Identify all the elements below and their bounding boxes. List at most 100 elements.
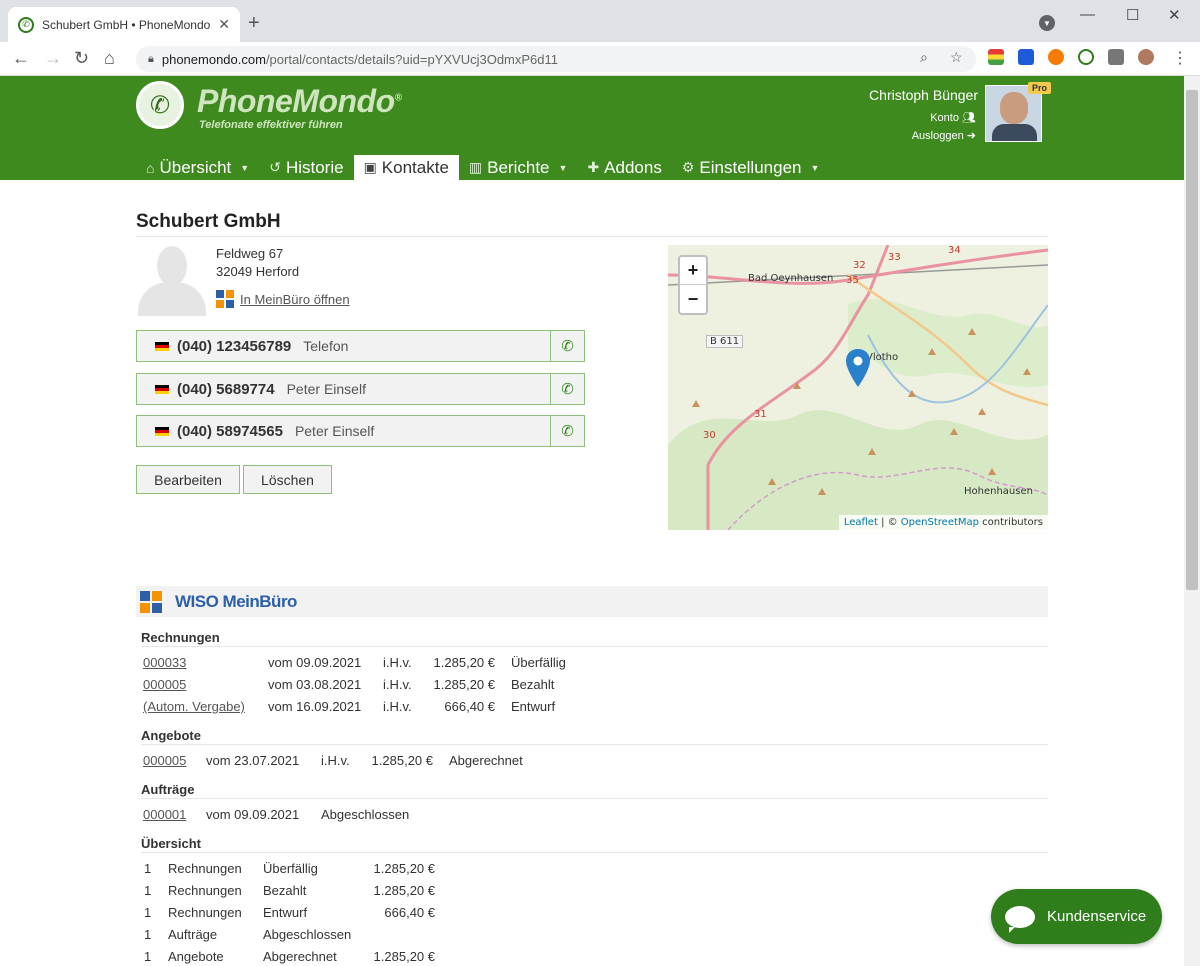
map-label-road-31: 31 (754, 409, 767, 420)
german-flag-icon (155, 426, 169, 436)
extension-heart-icon[interactable] (1048, 49, 1064, 65)
invoice-id-link[interactable]: 000005 (143, 677, 186, 692)
attribution-separator: | © (877, 517, 901, 528)
nav-uebersicht[interactable]: ⌂ Übersicht ▼ (136, 155, 259, 180)
invoice-date: vom 16.09.2021 (268, 699, 362, 714)
maximize-icon[interactable]: ☐ (1126, 6, 1139, 24)
phone-number: (040) 5689774 (177, 380, 275, 398)
browser-menu-icon[interactable]: ⋮ (1172, 48, 1188, 68)
delete-button[interactable]: Löschen (243, 465, 332, 494)
extensions-puzzle-icon[interactable] (1108, 49, 1124, 65)
forward-icon[interactable]: → (44, 48, 62, 69)
browser-tab[interactable]: ✆ Schubert GmbH • PhoneMondo ✕ (8, 7, 240, 42)
zoom-out-button[interactable]: − (680, 285, 706, 313)
window-close-icon[interactable]: ✕ (1168, 6, 1181, 24)
bookmark-star-icon[interactable]: ☆ (950, 49, 963, 66)
offer-ihv: i.H.v. (321, 753, 350, 768)
divider (141, 744, 1048, 745)
nav-berichte[interactable]: ▥ Berichte ▼ (459, 155, 578, 180)
invoice-id-link[interactable]: (Autom. Vergabe) (143, 699, 245, 714)
caret-down-icon[interactable]: ▼ (810, 163, 819, 173)
phone-call-icon: ✆ (561, 338, 574, 355)
phone-call-icon: ✆ (561, 381, 574, 398)
nav-einstellungen[interactable]: ⚙ Einstellungen ▼ (672, 155, 830, 180)
meinbuero-header: WISO MeinBüro (136, 586, 1048, 617)
german-flag-icon (155, 384, 169, 394)
invoice-amount: 666,40 € (444, 699, 495, 714)
map-label-hohenhausen: Hohenhausen (964, 486, 1033, 497)
open-in-meinbuero-link[interactable]: In MeinBüro öffnen (216, 290, 350, 308)
phone-entry-main[interactable]: (040) 123456789 Telefon (137, 331, 550, 361)
summary-status: Abgeschlossen (263, 927, 352, 942)
customer-service-label: Kundenservice (1047, 908, 1147, 925)
zoom-icon[interactable]: ⌕ (920, 49, 928, 66)
nav-label: Berichte (487, 157, 550, 177)
home-browser-icon[interactable]: ⌂ (104, 48, 115, 69)
call-button[interactable]: ✆ (550, 374, 584, 404)
map-label-road-32: 32 (853, 260, 866, 271)
map-label-road-35: 35 (846, 275, 859, 286)
customer-service-button[interactable]: Kundenservice (991, 889, 1162, 944)
chat-bubble-icon (1005, 905, 1035, 933)
tab-search-icon[interactable]: ▼ (1039, 15, 1055, 31)
phonemondo-logo-icon[interactable]: ✆ (136, 81, 184, 129)
nav-kontakte[interactable]: ▣ Kontakte (353, 155, 459, 180)
new-tab-icon[interactable]: + (248, 12, 260, 35)
offer-amount: 1.285,20 € (371, 753, 433, 768)
profile-avatar-icon[interactable] (1138, 49, 1154, 65)
address-street: Feldweg 67 (216, 246, 284, 261)
phone-entry-main[interactable]: (040) 58974565 Peter Einself (137, 416, 550, 446)
logout-link[interactable]: Ausloggen ➜ (912, 129, 976, 142)
divider (136, 236, 1048, 237)
pro-badge: Pro (1028, 82, 1052, 94)
summary-count: 1 (144, 861, 152, 876)
invoice-amount: 1.285,20 € (433, 677, 495, 692)
call-button[interactable]: ✆ (550, 416, 584, 446)
edit-button[interactable]: Bearbeiten (136, 465, 240, 494)
invoice-id-link[interactable]: 000033 (143, 655, 186, 670)
logo-tagline: Telefonate effektiver führen (199, 119, 343, 131)
offer-id-link[interactable]: 000005 (143, 753, 186, 768)
openstreetmap-link[interactable]: OpenStreetMap (901, 517, 979, 528)
call-button[interactable]: ✆ (550, 331, 584, 361)
konto-link[interactable]: Konto 👥︎ (930, 111, 976, 124)
extension-color-icon[interactable] (988, 49, 1004, 65)
close-tab-icon[interactable]: ✕ (218, 16, 230, 33)
phone-label: Peter Einself (286, 381, 366, 397)
leaflet-link[interactable]: Leaflet (844, 517, 878, 528)
invoice-status: Überfällig (511, 655, 566, 670)
order-id-link[interactable]: 000001 (143, 807, 186, 822)
scrollbar-thumb[interactable] (1186, 90, 1198, 590)
summary-amount: 1.285,20 € (373, 883, 435, 898)
phone-entry-main[interactable]: (040) 5689774 Peter Einself (137, 374, 550, 404)
extension-phonemondo-icon[interactable] (1078, 49, 1094, 65)
zoom-in-button[interactable]: + (680, 257, 706, 285)
map-label-bad-oeynhausen: Bad Oeynhausen (748, 273, 834, 284)
nav-label: Addons (604, 157, 662, 177)
caret-down-icon[interactable]: ▼ (559, 163, 568, 173)
extension-bitwarden-icon[interactable] (1018, 49, 1034, 65)
gear-icon: ⚙ (681, 159, 695, 175)
summary-status: Überfällig (263, 861, 318, 876)
reload-icon[interactable]: ↻ (74, 48, 89, 69)
nav-addons[interactable]: ✚ Addons (577, 155, 671, 180)
phone-label: Telefon (303, 338, 349, 354)
address-bar[interactable]: 🔒︎ phonemondo.com/portal/contacts/detail… (136, 46, 976, 72)
nav-label: Einstellungen (699, 157, 802, 177)
nav-label: Kontakte (381, 157, 449, 177)
back-icon[interactable]: ← (12, 48, 30, 69)
summary-type: Aufträge (168, 927, 218, 942)
bar-chart-icon: ▥ (468, 159, 483, 175)
nav-historie[interactable]: ↺ Historie (259, 155, 353, 180)
logo-text[interactable]: PhoneMondo® (197, 83, 402, 120)
location-map[interactable]: Bad Oeynhausen Vlotho Hohenhausen B 611 … (668, 245, 1048, 530)
minimize-icon[interactable]: — (1080, 6, 1095, 23)
invoice-ihv: i.H.v. (383, 677, 412, 692)
map-marker-icon[interactable] (846, 349, 870, 387)
logout-label: Ausloggen (911, 130, 964, 142)
caret-down-icon[interactable]: ▼ (240, 163, 249, 173)
summary-count: 1 (144, 905, 152, 920)
summary-count: 1 (144, 949, 152, 964)
lock-icon: 🔒︎ (148, 52, 154, 65)
auftraege-title: Aufträge (141, 782, 195, 797)
